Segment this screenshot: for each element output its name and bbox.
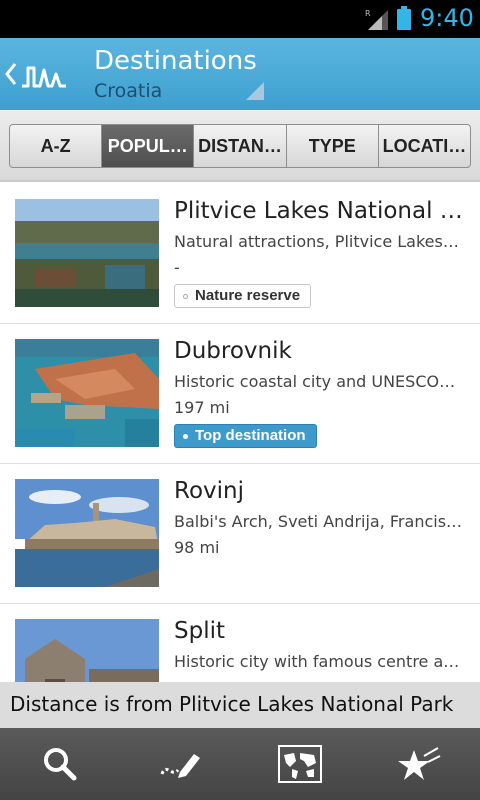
sort-tabs: A-Z POPUL… DISTAN… TYPE LOCATI…: [9, 124, 471, 168]
tab-popular[interactable]: POPUL…: [102, 125, 195, 167]
badge-label: Nature reserve: [195, 287, 301, 304]
list-item[interactable]: Rovinj Balbi's Arch, Sveti Andrija, Fran…: [0, 464, 480, 604]
battery-icon: [397, 6, 411, 30]
tag-dot-icon: [183, 434, 188, 439]
favorites-button[interactable]: [360, 728, 480, 800]
status-clock: 9:40: [420, 4, 474, 32]
destination-title: Plitvice Lakes National P…: [174, 198, 464, 224]
pencil-route-icon: [160, 754, 200, 778]
destination-list: Plitvice Lakes National P… Natural attra…: [0, 184, 480, 682]
destination-distance: -: [174, 258, 180, 277]
app-logo-icon[interactable]: [20, 54, 70, 94]
destination-distance: 98 mi: [174, 538, 220, 557]
sort-tabs-area: A-Z POPUL… DISTAN… TYPE LOCATI…: [0, 110, 480, 182]
list-item[interactable]: Plitvice Lakes National P… Natural attra…: [0, 184, 480, 324]
star-favorites-icon: [398, 747, 441, 780]
destination-title: Rovinj: [174, 478, 244, 504]
world-map-icon: [278, 745, 322, 783]
search-button[interactable]: [0, 728, 120, 800]
tag-dot-icon: [183, 294, 188, 299]
signal-roaming-icon: R: [365, 9, 388, 30]
destination-description: Historic city with famous centre an…: [174, 652, 466, 671]
badge-label: Top destination: [195, 427, 306, 444]
tab-label: A-Z: [40, 135, 71, 156]
location-subtitle[interactable]: Croatia: [94, 80, 162, 102]
destination-title: Split: [174, 618, 225, 644]
list-item[interactable]: Dubrovnik Historic coastal city and UNES…: [0, 324, 480, 464]
screen: R 9:40 Destinations Croatia A-Z POPUL… D…: [0, 0, 480, 800]
svg-text:R: R: [365, 9, 371, 18]
destination-description: Balbi's Arch, Sveti Andrija, Francisc…: [174, 512, 466, 531]
destination-description: Historic coastal city and UNESCO…: [174, 372, 456, 391]
dropdown-corner-icon[interactable]: [246, 82, 264, 100]
tab-distance[interactable]: DISTAN…: [194, 125, 287, 167]
action-bar: Destinations Croatia: [0, 38, 480, 110]
tab-type[interactable]: TYPE: [287, 125, 379, 167]
route-button[interactable]: [120, 728, 240, 800]
tab-label: DISTAN…: [198, 135, 282, 156]
destination-title: Dubrovnik: [174, 338, 292, 364]
tab-label: LOCATI…: [382, 135, 467, 156]
tab-a-z[interactable]: A-Z: [10, 125, 103, 167]
destination-description: Natural attractions, Plitvice Lakes…: [174, 232, 459, 251]
destination-photo: [15, 339, 159, 447]
tab-location[interactable]: LOCATI…: [379, 125, 470, 167]
chevron-left-icon[interactable]: [4, 60, 18, 88]
tab-label: POPUL…: [107, 135, 188, 156]
page-title: Destinations: [94, 46, 257, 76]
map-button[interactable]: [240, 728, 360, 800]
list-item[interactable]: Split Historic city with famous centre a…: [0, 604, 480, 682]
bottom-toolbar: [0, 728, 480, 800]
badge-top-destination: Top destination: [174, 424, 317, 448]
destination-photo: [15, 619, 159, 682]
tab-label: TYPE: [308, 135, 356, 156]
search-icon: [44, 748, 77, 781]
destination-photo: [15, 479, 159, 587]
destination-photo: [15, 199, 159, 307]
status-bar: R 9:40: [0, 0, 480, 38]
distance-info-banner: Distance is from Plitvice Lakes National…: [0, 682, 480, 728]
destination-distance: 197 mi: [174, 398, 230, 417]
badge-nature-reserve: Nature reserve: [174, 284, 312, 308]
